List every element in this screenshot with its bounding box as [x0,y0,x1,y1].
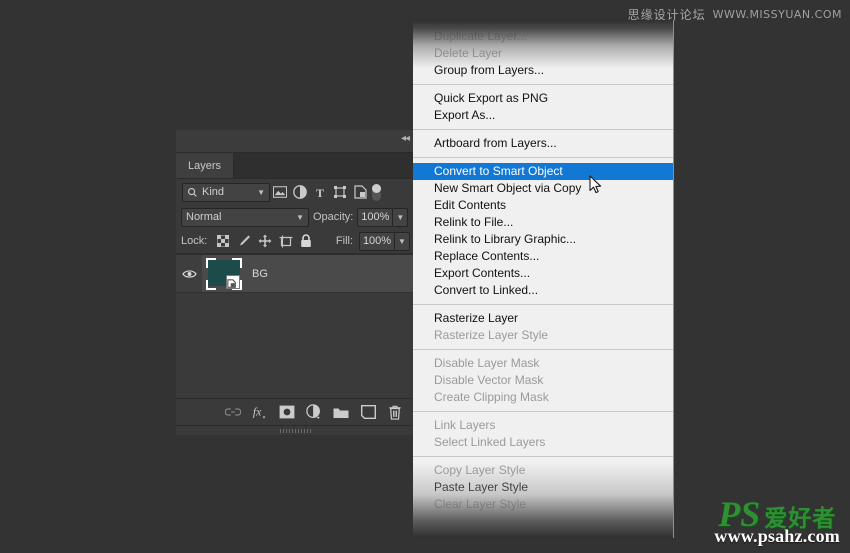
layer-thumbnail[interactable] [206,257,242,290]
menu-item[interactable]: Artboard from Layers... [413,135,673,152]
fill-input[interactable]: 100% [359,231,396,251]
menu-item[interactable]: Replace Contents... [413,248,673,265]
search-icon [188,187,197,197]
menu-item: Select Linked Layers [434,435,546,449]
menu-item: Duplicate Layer... [434,29,527,43]
menu-separator [413,349,673,350]
panel-tab-row: Layers [176,153,415,179]
svg-text:T: T [316,186,324,199]
lock-position-icon[interactable] [255,232,274,251]
lock-artboard-nesting-icon[interactable] [276,232,295,251]
opacity-input[interactable]: 100% [357,207,394,227]
menu-separator [413,411,673,412]
link-layers-icon[interactable] [225,404,241,420]
filter-adjustment-layers-icon[interactable] [290,182,310,202]
menu-item[interactable]: Paste Layer Style [413,479,673,496]
tab-row-filler [234,153,415,178]
opacity-label: Opacity: [313,211,354,223]
menu-item: Disable Layer Mask [434,356,540,370]
menu-item[interactable]: Convert to Smart Object [413,163,673,180]
menu-item: Create Clipping Mask [434,390,549,404]
panel-resize-grip[interactable] [176,425,415,435]
grip-dots-icon [279,428,312,433]
blend-mode-value: Normal [186,211,222,223]
delete-layer-icon[interactable] [387,404,403,420]
tab-layers-label: Layers [188,159,222,172]
watermark-bottom-url-text: www.psahz.com [714,526,840,546]
chevron-down-icon[interactable]: ▼ [296,213,304,222]
eye-icon [181,269,197,278]
menu-item[interactable]: Quick Export as PNG [413,90,673,107]
lock-label: Lock: [181,235,208,247]
menu-item[interactable]: Relink to Library Graphic... [413,231,673,248]
menu-separator [413,456,673,457]
new-layer-icon[interactable] [360,404,376,420]
blend-mode-select[interactable]: Normal ▼ [181,207,309,227]
filter-shape-layers-icon[interactable] [330,182,350,202]
menu-item: Disable Vector Mask [434,373,544,387]
lock-row: Lock: Fill: 100% ▼ [176,229,415,254]
lock-all-icon[interactable] [297,232,316,251]
menu-item[interactable]: Export Contents... [413,265,673,282]
menu-item: Rasterize Layer Style [434,328,549,342]
watermark-bottom: PS 爱好者 www.psahz.com [714,497,840,546]
filter-type-layers-icon[interactable]: T [310,182,330,202]
filter-kind-select[interactable]: Kind ▼ [182,182,270,202]
filter-kind-label: Kind [202,186,225,198]
lock-image-pixels-icon[interactable] [234,232,253,251]
new-adjustment-layer-icon[interactable] [306,404,322,420]
fill-slider-chevron-icon[interactable]: ▼ [395,231,411,251]
menu-item: Copy Layer Style [434,463,526,477]
chevron-down-icon[interactable]: ▼ [257,188,265,197]
menu-item: Link Layers [434,418,496,432]
menu-item[interactable]: Edit Contents [413,197,673,214]
layer-style-fx-icon[interactable]: fx [252,404,268,420]
new-group-icon[interactable] [333,404,349,420]
menu-separator [413,304,673,305]
collapse-panel-icon[interactable]: ◂◂ [401,134,410,144]
menu-item[interactable]: New Smart Object via Copy [413,180,673,197]
tab-layers[interactable]: Layers [176,153,235,178]
menu-item[interactable]: Group from Layers... [413,62,673,79]
filter-smart-objects-icon[interactable] [350,182,370,202]
watermark-top-url-text: WWW.MISSYUAN.COM [712,8,842,21]
menu-item[interactable]: Rasterize Layer [413,310,673,327]
layer-visibility-toggle[interactable] [176,255,202,292]
layer-name-label: BG [252,267,268,280]
filter-enable-toggle[interactable] [372,183,381,201]
layer-list: BG [176,254,415,398]
layers-panel-toolbar: fx [176,398,415,425]
svg-text:fx: fx [253,407,262,419]
menu-item[interactable]: Export As... [413,107,673,124]
layer-row[interactable]: BG [176,255,415,293]
fill-label: Fill: [335,235,354,247]
smart-object-bracket-icon [206,279,216,290]
lock-transparent-pixels-icon[interactable] [213,232,232,251]
menu-separator [413,157,673,158]
menu-item: Clear Layer Style [434,497,527,511]
menu-separator [413,129,673,130]
opacity-slider-chevron-icon[interactable]: ▼ [393,207,409,227]
add-layer-mask-icon[interactable] [279,404,295,420]
menu-item[interactable]: Convert to Linked... [413,282,673,299]
layer-context-menu: Duplicate Layer... Delete Layer Group from… [413,20,674,538]
filter-pixel-layers-icon[interactable] [270,182,290,202]
layer-filter-row: Kind ▼ T [176,179,415,205]
smart-object-bracket-icon [206,257,216,268]
layers-panel: ◂◂ Layers Kind ▼ T Normal ▼ Opacity: 100… [176,130,415,435]
menu-separator [413,84,673,85]
panel-titlebar: ◂◂ [176,130,415,153]
menu-item[interactable]: Relink to File... [413,214,673,231]
context-menu-items: Duplicate Layer... Delete Layer Group from… [413,20,673,513]
smart-object-badge-icon [226,274,240,289]
smart-object-bracket-icon [232,257,242,268]
blend-mode-row: Normal ▼ Opacity: 100% ▼ [176,205,415,229]
menu-item: Delete Layer [434,46,503,60]
